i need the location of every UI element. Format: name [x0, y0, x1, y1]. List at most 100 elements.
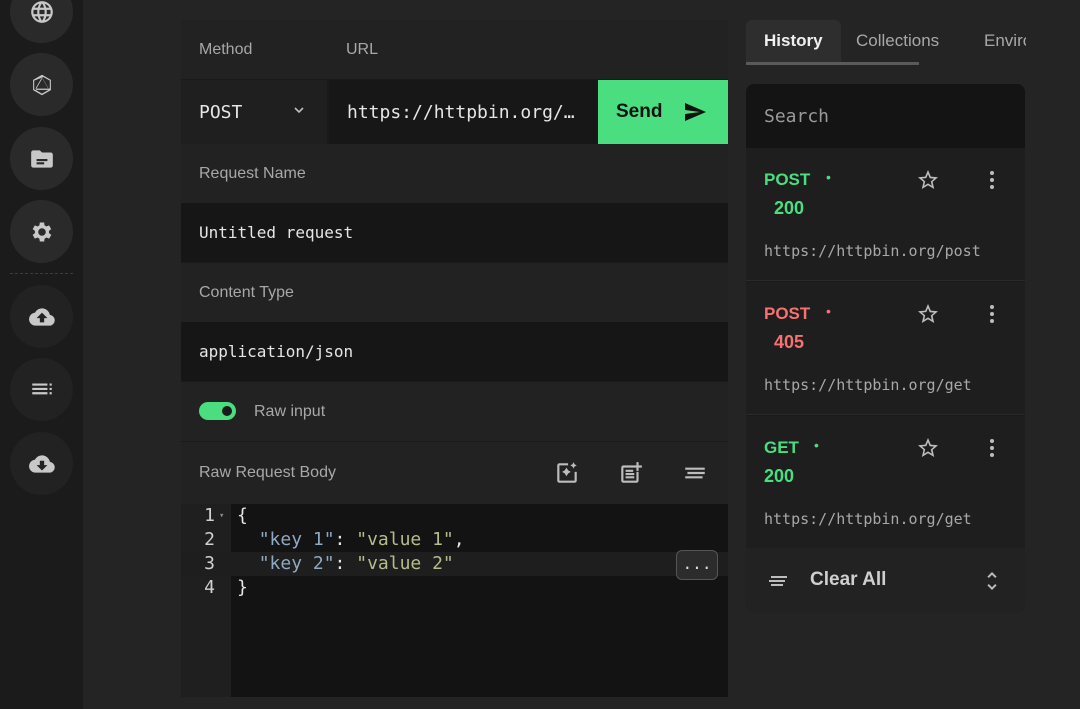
- fold-caret-icon[interactable]: ▾: [219, 504, 224, 528]
- nav-rail: [0, 0, 83, 709]
- history-item[interactable]: POST • 405 https://httpbin.org/get: [746, 282, 1025, 415]
- content-type-value: application/json: [199, 342, 354, 361]
- globe-icon: [30, 0, 53, 23]
- url-input[interactable]: https://httpbin.org/…: [329, 80, 597, 144]
- raw-body-header: Raw Request Body: [181, 442, 728, 504]
- download-button[interactable]: [10, 432, 73, 495]
- clear-all-bar: Clear All: [746, 548, 1025, 613]
- method-value: POST: [199, 101, 243, 123]
- history-item[interactable]: POST • 200 https://httpbin.org/post: [746, 148, 1025, 281]
- more-options-button[interactable]: [980, 168, 1004, 192]
- more-vert-icon: [990, 171, 994, 189]
- magic-wand-icon: [557, 462, 577, 483]
- sort-lines-icon: [685, 467, 705, 479]
- globe-button[interactable]: [10, 0, 73, 43]
- list-icon: [31, 383, 52, 394]
- list-button[interactable]: [10, 358, 73, 421]
- history-search-input[interactable]: Search: [746, 84, 1025, 148]
- clear-list-icon: [769, 576, 787, 586]
- line-number: 3: [204, 553, 215, 574]
- url-label: URL: [346, 40, 379, 58]
- clear-all-button-icon[interactable]: [766, 569, 790, 593]
- star-button[interactable]: [916, 436, 940, 460]
- graphql-icon: [32, 74, 51, 95]
- more-options-button[interactable]: [980, 302, 1004, 326]
- content-type-input[interactable]: application/json: [181, 322, 728, 381]
- format-button[interactable]: [682, 460, 708, 486]
- history-method: POST: [764, 304, 811, 323]
- history-url: https://httpbin.org/post: [764, 242, 981, 260]
- star-icon: [918, 438, 938, 457]
- more-vert-icon: [990, 305, 994, 323]
- star-button[interactable]: [916, 168, 940, 192]
- gear-icon: [32, 221, 51, 242]
- request-name-input[interactable]: Untitled request: [181, 203, 728, 262]
- send-button[interactable]: Send: [598, 80, 728, 144]
- history-method: GET: [764, 438, 799, 457]
- upload-button[interactable]: [10, 285, 73, 348]
- line-number: 2: [204, 529, 215, 550]
- request-name-label: Request Name: [199, 164, 306, 182]
- json-value: "value 1": [356, 529, 454, 550]
- code-text: "key 1": "value 1",: [237, 528, 465, 552]
- star-icon: [918, 304, 938, 323]
- line-number: 4: [204, 577, 215, 598]
- url-value: https://httpbin.org/…: [347, 101, 575, 123]
- star-button[interactable]: [916, 302, 940, 326]
- add-note-button[interactable]: [618, 460, 644, 486]
- editor-more-button[interactable]: ...: [676, 550, 718, 580]
- expand-collapse-button[interactable]: [980, 569, 1004, 593]
- history-url: https://httpbin.org/get: [764, 510, 972, 528]
- history-url: https://httpbin.org/get: [764, 376, 972, 394]
- code-line: 4 }: [181, 576, 728, 600]
- request-name-header: Request Name: [181, 144, 728, 203]
- raw-input-label: Raw input: [254, 402, 326, 420]
- history-status: 200: [774, 198, 805, 218]
- code-editor[interactable]: 1 ▾ { 2 "key 1": "value 1", 3 "key 2": "…: [181, 504, 728, 697]
- unfold-icon: [987, 572, 997, 590]
- tab-collections[interactable]: Collections: [838, 20, 957, 62]
- code-line: 2 "key 1": "value 1",: [181, 528, 728, 552]
- raw-input-toggle[interactable]: [199, 402, 236, 420]
- settings-button[interactable]: [10, 200, 73, 263]
- graphql-button[interactable]: [10, 53, 73, 116]
- folder-button[interactable]: [10, 127, 73, 190]
- tab-indicator: [746, 62, 919, 65]
- prettify-button[interactable]: [554, 460, 580, 486]
- raw-input-row: Raw input: [181, 382, 728, 441]
- search-placeholder: Search: [764, 105, 830, 127]
- code-line: 3 "key 2": "value 2": [181, 552, 728, 576]
- content-type-header: Content Type: [181, 263, 728, 322]
- status-dot: •: [826, 303, 831, 319]
- note-add-icon: [621, 462, 642, 483]
- json-key: "key 2": [258, 553, 335, 574]
- history-item[interactable]: GET • 200 https://httpbin.org/get: [746, 416, 1025, 549]
- json-key: "key 1": [258, 529, 335, 550]
- method-url-header: Method URL: [181, 20, 728, 79]
- clear-all-button[interactable]: Clear All: [810, 569, 886, 591]
- code-line: 1 ▾ {: [181, 504, 728, 528]
- cloud-download-icon: [28, 454, 55, 473]
- code-text: "key 2": "value 2": [237, 552, 454, 576]
- tab-history[interactable]: History: [746, 20, 841, 62]
- request-panel: Method URL POST https://httpbin.org/… Se…: [181, 20, 728, 697]
- folder-icon: [30, 149, 53, 168]
- status-dot: •: [826, 169, 831, 185]
- tab-environments[interactable]: Enviro: [966, 20, 1026, 62]
- status-dot: •: [814, 437, 819, 453]
- json-sep: :: [334, 529, 357, 550]
- history-panel: Search POST • 200 https://httpbin.org/po…: [746, 84, 1025, 613]
- method-label: Method: [199, 40, 253, 58]
- more-vert-icon: [990, 439, 994, 457]
- content-type-label: Content Type: [199, 283, 294, 301]
- send-label: Send: [616, 101, 663, 122]
- history-status: 405: [774, 332, 805, 352]
- json-sep: :: [334, 553, 357, 574]
- code-text: {: [237, 505, 248, 526]
- method-select[interactable]: POST: [181, 80, 327, 144]
- request-name-value: Untitled request: [199, 223, 354, 242]
- more-options-button[interactable]: [980, 436, 1004, 460]
- rail-divider: [10, 273, 73, 274]
- json-value: "value 2": [356, 553, 454, 574]
- chevron-down-icon: [294, 107, 304, 114]
